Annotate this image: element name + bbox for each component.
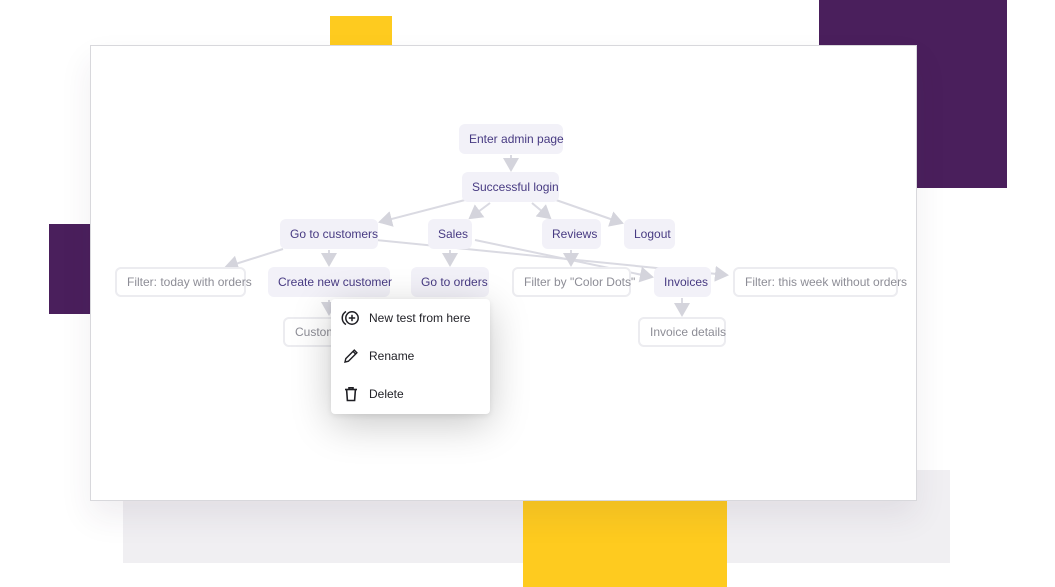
menu-item-label: Delete [369, 387, 404, 401]
plus-circle-icon [341, 308, 361, 328]
node-invoices[interactable]: Invoices [654, 267, 711, 297]
pencil-icon [341, 346, 361, 366]
node-successful-login[interactable]: Successful login [462, 172, 559, 202]
node-create-new-customer[interactable]: Create new customer [268, 267, 392, 297]
edge [224, 248, 284, 272]
node-filter-today-with-orders[interactable]: Filter: today with orders [115, 267, 252, 297]
node-filter-color-dots[interactable]: Filter by "Color Dots" [512, 267, 635, 297]
menu-item-rename[interactable]: Rename [331, 339, 490, 373]
edge [531, 202, 552, 220]
node-filter-this-week-without-orders[interactable]: Filter: this week without orders [733, 267, 907, 297]
node-sales[interactable]: Sales [428, 219, 472, 249]
trash-icon [341, 384, 361, 404]
menu-item-new-test[interactable]: New test from here [331, 301, 490, 335]
node-invoice-details[interactable]: Invoice details [638, 317, 726, 347]
node-go-to-orders[interactable]: Go to orders [411, 267, 489, 297]
edge [468, 202, 491, 220]
node-logout[interactable]: Logout [624, 219, 675, 249]
menu-item-delete[interactable]: Delete [331, 377, 490, 411]
node-enter-admin-page[interactable]: Enter admin page [459, 124, 564, 154]
menu-item-label: Rename [369, 349, 415, 363]
context-menu: New test from here Rename Delete [331, 299, 490, 414]
node-go-to-customers[interactable]: Go to customers [280, 219, 378, 249]
node-reviews[interactable]: Reviews [542, 219, 601, 249]
menu-item-label: New test from here [369, 311, 471, 325]
